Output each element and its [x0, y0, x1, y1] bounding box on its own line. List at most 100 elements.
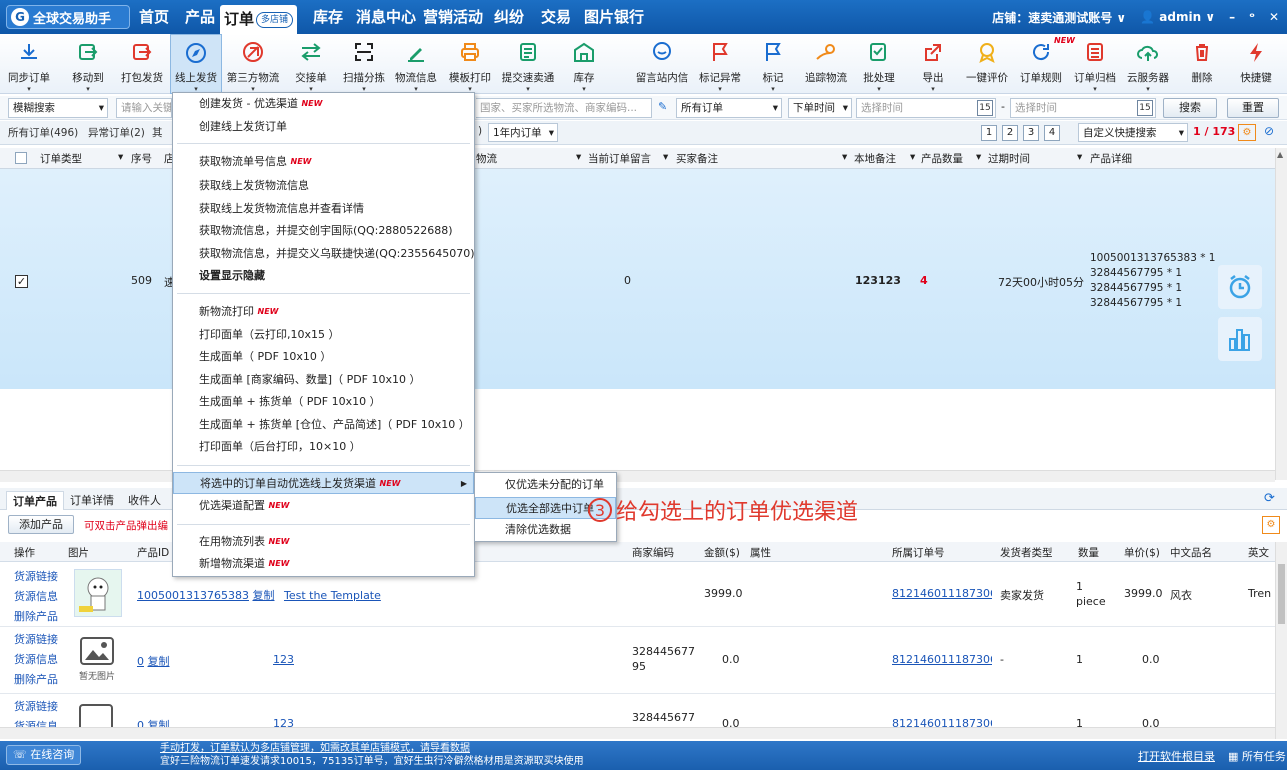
col-order-type[interactable]: 订单类型: [40, 151, 82, 166]
column-settings-icon[interactable]: ⚙: [1262, 516, 1280, 534]
track-logistics-button[interactable]: 追踪物流: [802, 34, 850, 94]
calendar-icon[interactable]: 15: [977, 100, 993, 116]
nav-messages[interactable]: 消息中心: [356, 0, 416, 34]
tab-recipient[interactable]: 收件人: [122, 491, 167, 510]
menu-new-logistics-print[interactable]: 新物流打印 NEW: [173, 301, 474, 323]
user-menu[interactable]: 👤 admin ∨: [1140, 10, 1215, 24]
copy-link[interactable]: 复制: [148, 655, 170, 668]
online-consult-button[interactable]: ☏ 在线咨询: [6, 745, 82, 765]
source-info-link[interactable]: 货源信息: [14, 650, 58, 670]
menu-background-print[interactable]: 打印面单（后台打印，10×10 ）: [173, 436, 474, 458]
col-logistics[interactable]: 物流: [476, 151, 497, 166]
bar-chart-icon[interactable]: [1218, 317, 1262, 361]
search-mode-select[interactable]: 模糊搜索 ▾: [8, 98, 108, 118]
source-link[interactable]: 货源链接: [14, 630, 58, 650]
order-status-select[interactable]: 所有订单 ▾: [676, 98, 782, 118]
col-product-detail[interactable]: 产品详细: [1090, 151, 1132, 166]
handover-button[interactable]: 交接单 ▾: [290, 34, 332, 94]
nav-home[interactable]: 首页: [139, 0, 169, 34]
tab-order-products[interactable]: 订单产品: [6, 491, 64, 510]
submenu-unassigned-only[interactable]: 仅优选未分配的订单: [475, 474, 616, 496]
menu-generate-label-pdf[interactable]: 生成面单（ PDF 10x10 ）: [173, 346, 474, 368]
products-horizontal-scrollbar[interactable]: [0, 727, 1275, 739]
sort-arrow-icon[interactable]: ▾: [118, 151, 123, 163]
scroll-thumb[interactable]: [1278, 564, 1285, 624]
product-name-link[interactable]: 123: [273, 653, 294, 666]
col-local-note[interactable]: 本地备注: [854, 151, 896, 166]
app-logo[interactable]: G 全球交易助手: [6, 5, 130, 29]
product-image[interactable]: [74, 569, 122, 617]
source-info-link[interactable]: 货源信息: [14, 587, 58, 607]
nav-products[interactable]: 产品: [185, 0, 215, 34]
mark-button[interactable]: 标记 ▾: [758, 34, 788, 94]
product-id-link[interactable]: 0: [137, 655, 144, 668]
nav-image-bank[interactable]: 图片银行: [584, 0, 644, 34]
move-to-button[interactable]: 移动到 ▾: [68, 34, 108, 94]
menu-get-tracking-number[interactable]: 获取物流单号信息 NEW: [173, 151, 474, 173]
tab-order-details[interactable]: 订单详情: [64, 491, 120, 510]
shortcut-button[interactable]: 快捷键: [1236, 34, 1276, 94]
product-name-link[interactable]: Test the Template: [284, 589, 381, 602]
menu-generate-label-sku[interactable]: 生成面单 [商家编码、数量]（ PDF 10x10 ）: [173, 369, 474, 391]
keyword-input[interactable]: 请输入关键: [116, 98, 172, 118]
col-seq[interactable]: 序号: [131, 151, 152, 166]
sort-arrow-icon[interactable]: ▾: [910, 151, 915, 163]
nav-orders[interactable]: 订单 多店铺: [220, 5, 298, 34]
product-id-link[interactable]: 1005001313765383: [137, 589, 249, 602]
start-time-input[interactable]: 选择时间 15: [856, 98, 996, 118]
tab-other[interactable]: 其: [152, 125, 163, 140]
copy-link[interactable]: 复制: [252, 589, 274, 602]
col-buyer-note[interactable]: 买家备注: [676, 151, 718, 166]
logistics-info-button[interactable]: 物流信息 ▾: [393, 34, 439, 94]
nav-disputes[interactable]: 纠纷: [494, 0, 524, 34]
tab-abnormal-orders[interactable]: 异常订单(2): [88, 125, 145, 140]
source-link[interactable]: 货源链接: [14, 697, 58, 717]
add-product-button[interactable]: 添加产品: [8, 515, 74, 534]
delete-product-link[interactable]: 删除产品: [14, 670, 58, 690]
row-checkbox-checked[interactable]: ✓: [15, 275, 28, 288]
sort-arrow-icon[interactable]: ▾: [976, 151, 981, 163]
quick-search-select[interactable]: 自定义快捷搜索 ▾: [1078, 123, 1188, 142]
time-range-select[interactable]: 1年内订单 ▾: [488, 123, 558, 142]
menu-optimal-channel-config[interactable]: 优选渠道配置 NEW: [173, 495, 474, 517]
menu-submit-yiwu[interactable]: 获取物流信息，并提交义乌联捷快递(QQ:2355645070): [173, 243, 475, 265]
menu-create-online-order[interactable]: 创建线上发货订单: [173, 116, 474, 138]
submit-aliexpress-button[interactable]: 提交速卖通 ▾: [499, 34, 557, 94]
order-archive-button[interactable]: 订单归档 ▾: [1072, 34, 1118, 94]
order-no-link[interactable]: 812146011187306: [892, 587, 992, 600]
nav-trade[interactable]: 交易: [541, 0, 571, 34]
alarm-clock-icon[interactable]: [1218, 265, 1262, 309]
page-3-button[interactable]: 3: [1023, 125, 1039, 141]
export-button[interactable]: 导出 ▾: [918, 34, 948, 94]
sort-arrow-icon[interactable]: ▾: [1077, 151, 1082, 163]
calendar-icon[interactable]: 15: [1137, 100, 1153, 116]
menu-get-logistics-details[interactable]: 获取线上发货物流信息并查看详情: [173, 198, 474, 220]
sort-arrow-icon[interactable]: ▾: [842, 151, 847, 163]
page-1-button[interactable]: 1: [981, 125, 997, 141]
sort-arrow-icon[interactable]: ▾: [663, 151, 668, 163]
delete-product-link[interactable]: 删除产品: [14, 607, 58, 627]
template-print-button[interactable]: 模板打印 ▾: [447, 34, 493, 94]
menu-display-settings[interactable]: 设置显示隐藏: [173, 265, 474, 287]
col-expire-time[interactable]: 过期时间: [988, 151, 1030, 166]
column-settings-icon[interactable]: ⚙: [1238, 124, 1256, 141]
sync-orders-button[interactable]: 同步订单 ▾: [8, 34, 50, 94]
reset-button[interactable]: 重置: [1227, 98, 1279, 118]
menu-get-online-logistics[interactable]: 获取线上发货物流信息: [173, 175, 474, 197]
open-root-dir-link[interactable]: 打开软件根目录: [1138, 748, 1215, 764]
pen-icon[interactable]: ✎: [658, 100, 667, 113]
menu-generate-label-picklist[interactable]: 生成面单 + 拣货单（ PDF 10x10 ）: [173, 391, 474, 413]
menu-auto-optimal-channel[interactable]: 将选中的订单自动优选线上发货渠道 NEW ▶: [173, 472, 474, 494]
message-button[interactable]: 留言站内信: [633, 34, 691, 94]
menu-active-logistics-list[interactable]: 在用物流列表 NEW: [173, 531, 474, 553]
end-time-input[interactable]: 选择时间 15: [1010, 98, 1156, 118]
menu-create-shipment-optimal[interactable]: 创建发货 - 优选渠道 NEW: [173, 93, 474, 115]
menu-add-logistics-channel[interactable]: 新增物流渠道 NEW: [173, 553, 474, 575]
source-link[interactable]: 货源链接: [14, 567, 58, 587]
batch-process-button[interactable]: 批处理 ▾: [860, 34, 898, 94]
close-button[interactable]: ✕: [1269, 10, 1279, 24]
nav-marketing[interactable]: 营销活动: [423, 0, 483, 34]
tab-all-orders[interactable]: 所有订单(496): [8, 125, 78, 140]
scan-sort-button[interactable]: 扫描分拣 ▾: [340, 34, 388, 94]
order-no-link[interactable]: 812146011187306: [892, 653, 992, 666]
